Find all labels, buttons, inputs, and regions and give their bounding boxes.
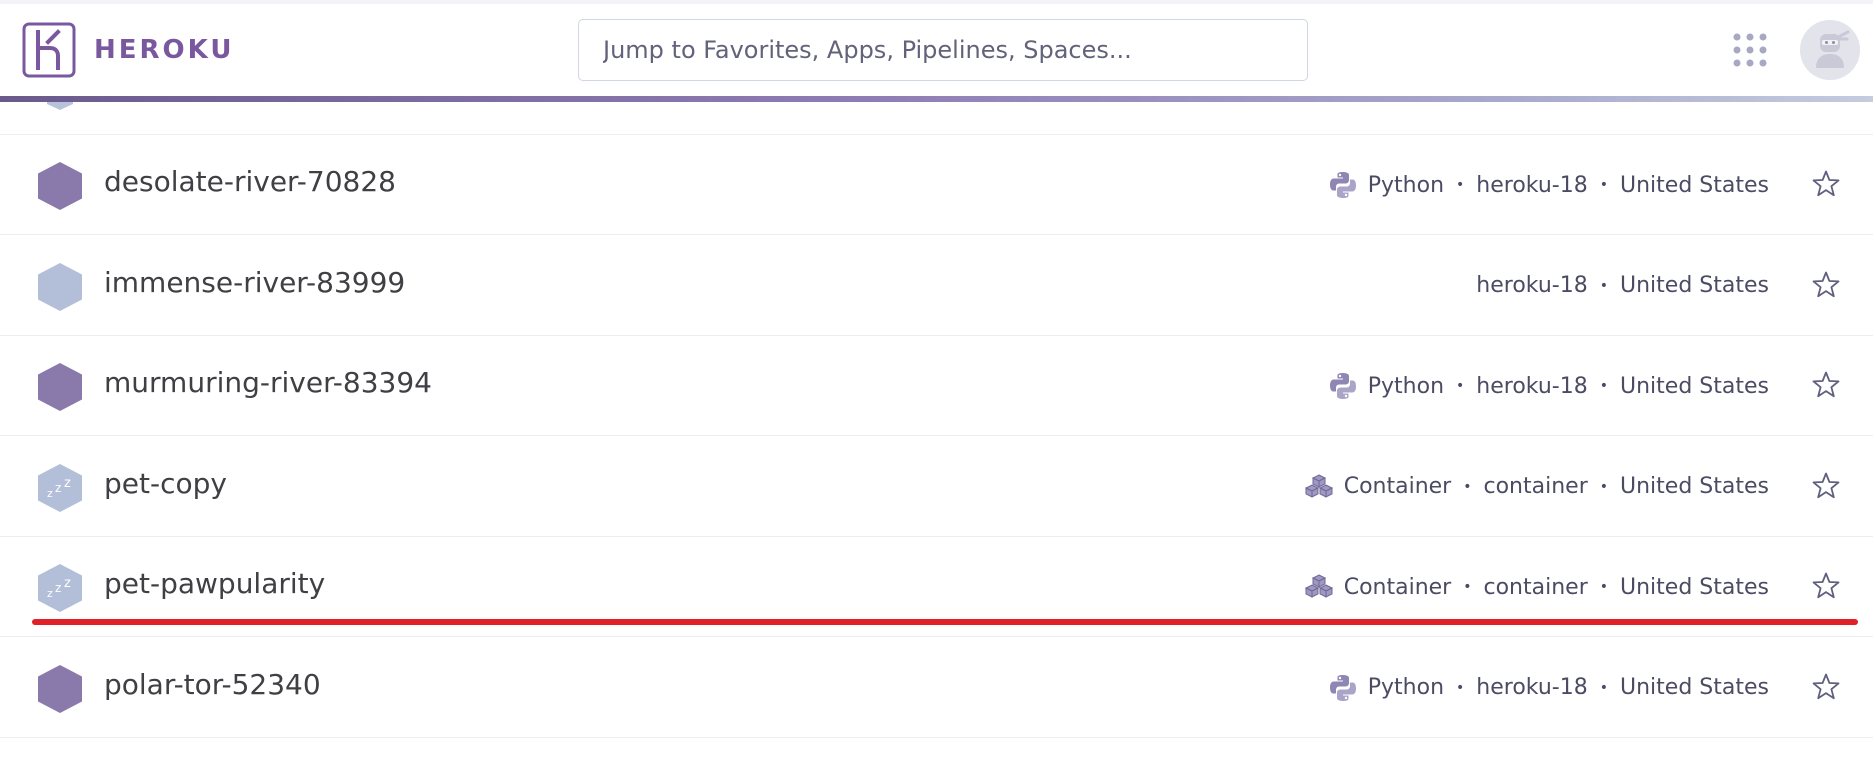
app-stack: heroku-18: [1476, 373, 1588, 399]
app-region: United States: [1620, 675, 1769, 700]
app-meta: Container • container • United States: [1304, 569, 1769, 605]
header-top-border: [0, 0, 1873, 4]
app-region: United States: [1620, 172, 1769, 198]
container-icon: [1304, 574, 1333, 598]
app-language: Python: [1367, 675, 1445, 700]
app-status-hexagon-icon: [38, 363, 82, 411]
app-status-hexagon-icon: [47, 102, 73, 110]
app-language: Container: [1343, 574, 1452, 600]
heroku-logo-icon: [22, 22, 76, 78]
app-row[interactable]: immense-river-83999 heroku-18 • United Stat…: [0, 236, 1873, 336]
app-name-link[interactable]: murmuring-river-83394: [104, 366, 432, 399]
app-status-hexagon-icon: [38, 262, 82, 311]
user-avatar[interactable]: [1800, 20, 1860, 80]
app-language: Python: [1367, 172, 1445, 198]
svg-text:z: z: [64, 576, 71, 591]
svg-text:z: z: [55, 581, 61, 595]
app-status-hexagon-icon: [38, 162, 82, 210]
app-status-hexagon-icon: [38, 664, 82, 713]
app-row[interactable]: desolate-river-70828 Python • heroku-18 • Uni…: [0, 135, 1873, 235]
app-name-link[interactable]: pet-copy: [104, 467, 227, 500]
app-region: United States: [1620, 474, 1769, 499]
app-sleeping-hexagon-icon: zzz: [38, 564, 82, 612]
top-header: HEROKU: [0, 0, 1873, 96]
app-stack: container: [1483, 474, 1588, 499]
app-meta: Python • heroku-18 • United States: [1328, 368, 1769, 404]
separator-dot: •: [1456, 378, 1465, 394]
app-row[interactable]: murmuring-river-83394 Python • heroku-18 • Un…: [0, 336, 1873, 436]
separator-dot: •: [1599, 277, 1609, 294]
app-meta: Python • heroku-18 • United States: [1328, 670, 1769, 706]
app-stack: container: [1483, 574, 1588, 600]
app-region: United States: [1620, 273, 1769, 298]
separator-dot: •: [1463, 579, 1472, 595]
app-meta: Container • container • United States: [1304, 469, 1769, 505]
favorite-star-icon[interactable]: [1811, 672, 1841, 702]
heroku-logo-link[interactable]: HEROKU: [22, 22, 234, 78]
svg-text:z: z: [47, 587, 53, 600]
app-name-link[interactable]: pet-pawpularity: [104, 567, 325, 600]
app-row[interactable]: z z z pet-copy Container • container • United St…: [0, 437, 1873, 537]
apps-grid-icon[interactable]: [1732, 32, 1768, 68]
python-icon: [1329, 373, 1356, 399]
app-meta: heroku-18 • United States: [1476, 268, 1769, 304]
separator-dot: •: [1456, 177, 1465, 193]
app-stack: heroku-18: [1476, 172, 1588, 198]
app-language: Container: [1343, 474, 1452, 499]
app-name-link[interactable]: polar-tor-52340: [104, 668, 321, 701]
app-region: United States: [1620, 574, 1769, 600]
separator-dot: •: [1456, 679, 1465, 696]
python-icon: [1329, 674, 1356, 701]
app-name-link[interactable]: immense-river-83999: [104, 266, 405, 299]
avatar-ninja-icon: [1800, 20, 1860, 80]
app-sleeping-hexagon-icon: zzz: [38, 463, 82, 512]
svg-text:z: z: [47, 487, 53, 500]
previous-app-row-partial: [0, 102, 1873, 135]
search-input[interactable]: [578, 19, 1308, 81]
container-icon: [1304, 473, 1333, 498]
svg-text:z: z: [64, 476, 71, 491]
favorite-star-icon[interactable]: [1811, 270, 1841, 300]
app-stack: heroku-18: [1476, 273, 1588, 298]
separator-dot: •: [1599, 579, 1609, 595]
separator-dot: •: [1599, 679, 1609, 696]
separator-dot: •: [1599, 177, 1609, 193]
svg-text:z: z: [55, 481, 61, 495]
app-row[interactable]: polar-tor-52340 Python • heroku-18 • United S…: [0, 638, 1873, 738]
python-icon: [1329, 172, 1356, 198]
favorite-star-icon[interactable]: [1811, 169, 1841, 199]
app-name-link[interactable]: desolate-river-70828: [104, 165, 396, 198]
app-stack: heroku-18: [1476, 675, 1588, 700]
separator-dot: •: [1599, 478, 1609, 495]
app-region: United States: [1620, 373, 1769, 399]
app-list: desolate-river-70828 Python • heroku-18 • Uni…: [0, 102, 1873, 757]
separator-dot: •: [1599, 378, 1609, 394]
app-meta: Python • heroku-18 • United States: [1328, 167, 1769, 203]
app-language: Python: [1367, 373, 1445, 399]
separator-dot: •: [1463, 478, 1472, 495]
favorite-star-icon[interactable]: [1811, 571, 1841, 601]
favorite-star-icon[interactable]: [1811, 471, 1841, 501]
favorite-star-icon[interactable]: [1811, 370, 1841, 400]
brand-name: HEROKU: [94, 35, 235, 65]
red-highlight-underline: [32, 619, 1858, 625]
